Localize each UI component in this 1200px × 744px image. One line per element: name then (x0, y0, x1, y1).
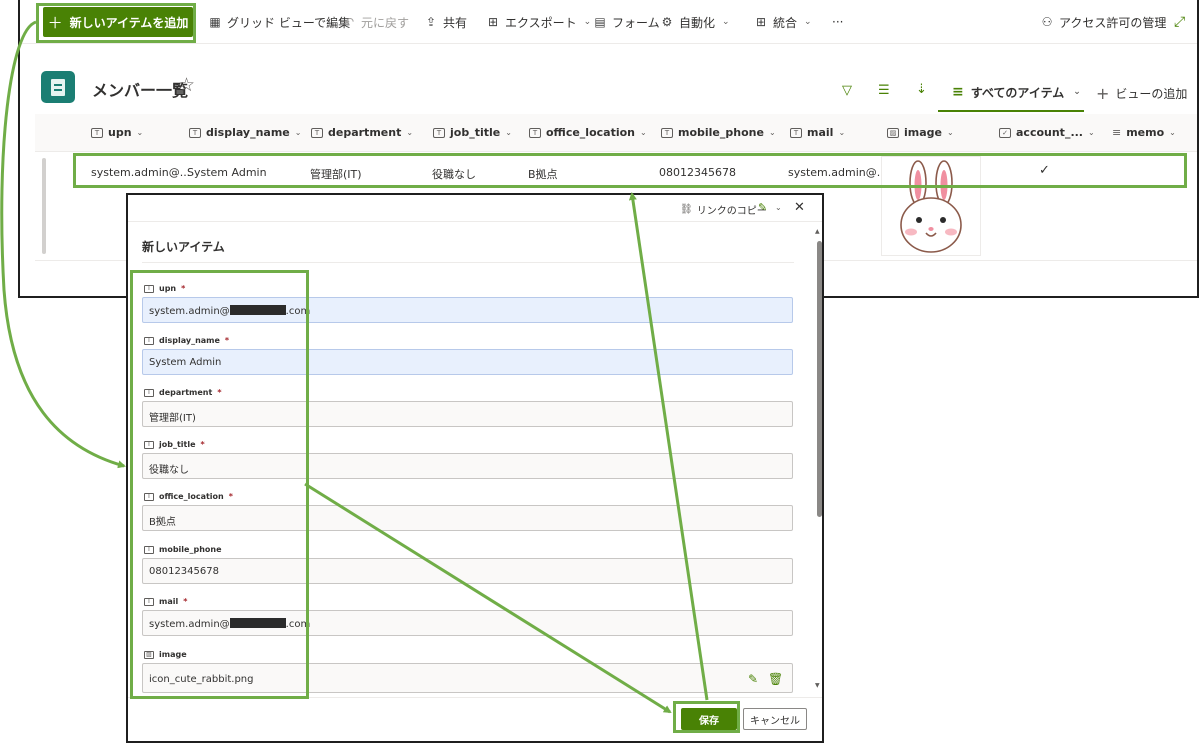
list-title: メンバー一覧 (92, 81, 189, 100)
undo-button[interactable]: ↶ 元に戻す (342, 13, 409, 31)
view-selector[interactable]: ≡ すべてのアイテム ⌄ (938, 74, 1084, 112)
more-button[interactable]: ··· (832, 13, 843, 31)
undo-icon: ↶ (343, 15, 355, 29)
panel-topbar: ⛓ リンクのコピー ✎ ⌄ ✕ (128, 195, 822, 222)
expand-icon[interactable]: ⤢ (1174, 13, 1185, 31)
column-label: job_title (450, 126, 501, 139)
star-icon[interactable]: ☆ (178, 74, 195, 96)
command-bar: ＋ 新しいアイテムを追加 ▦ グリッド ビューで編集 ↶ 元に戻す ⇪ 共有 ⊞… (20, 0, 1197, 44)
automate-label: 自動化 (679, 15, 716, 30)
manage-access-button[interactable]: ⚇ アクセス許可の管理 (1040, 13, 1167, 31)
scrollbar-thumb[interactable] (817, 241, 822, 517)
column-header-mobile-phone[interactable]: Tmobile_phone ⌄ (661, 126, 776, 139)
column-header-image[interactable]: ▨ image ⌄ (887, 126, 954, 139)
add-view-label: ビューの追加 (1115, 87, 1188, 101)
column-header-office-location[interactable]: Toffice_location ⌄ (529, 126, 647, 139)
chevron-down-icon: ⌄ (1073, 87, 1081, 97)
row-selection-bar (42, 158, 46, 254)
column-header-memo[interactable]: ≡ memo ⌄ (1112, 126, 1176, 139)
column-label: office_location (546, 126, 635, 139)
group-by-icon[interactable]: ☰ (878, 83, 890, 98)
chevron-down-icon: ⌄ (583, 17, 592, 27)
new-item-highlight (36, 3, 196, 43)
copy-link-label: リンクのコピー (696, 206, 767, 217)
panel-divider (142, 262, 794, 263)
multiline-column-icon: ≡ (1112, 126, 1122, 139)
grid-edit-label: グリッド ビューで編集 (227, 15, 351, 30)
text-column-icon: T (529, 127, 541, 138)
save-button-highlight (673, 701, 740, 733)
export-label: エクスポート (505, 15, 577, 30)
column-label: display_name (206, 126, 290, 139)
scroll-down-arrow[interactable]: ▼ (815, 682, 820, 689)
export-button[interactable]: ⊞ エクスポート ⌄ (486, 13, 591, 31)
image-column-icon: ▨ (887, 127, 899, 138)
column-header-row: Tupn ⌄ Tdisplay_name ⌄ Tdepartment ⌄ Tjob_t… (35, 114, 1197, 152)
column-header-display-name[interactable]: Tdisplay_name ⌄ (189, 126, 301, 139)
chevron-down-icon: ⌄ (722, 17, 730, 27)
plus-icon: + (1096, 84, 1110, 103)
column-label: department (328, 126, 402, 139)
column-label: memo (1126, 126, 1165, 139)
text-column-icon: T (189, 127, 201, 138)
column-label: mail (807, 126, 834, 139)
yes-no-column-icon: ✓ (999, 127, 1011, 138)
undo-label: 元に戻す (361, 15, 410, 30)
more-label: ··· (832, 15, 844, 29)
column-header-account[interactable]: ✓ account_... ⌄ (999, 126, 1095, 139)
column-label: account_... (1016, 126, 1083, 139)
person-icon: ⚇ (1041, 15, 1053, 29)
form-icon: ▤ (594, 15, 606, 29)
column-label: image (904, 126, 942, 139)
chevron-down-icon: ⌄ (804, 17, 812, 27)
sort-icon[interactable]: ⇣ (916, 82, 927, 97)
excel-icon: ⊞ (487, 15, 499, 29)
text-column-icon: T (661, 127, 673, 138)
column-label: upn (108, 126, 132, 139)
share-label: 共有 (443, 15, 468, 30)
chevron-down-icon[interactable]: ⌄ (775, 203, 782, 212)
column-label: mobile_phone (678, 126, 764, 139)
grid-edit-button[interactable]: ▦ グリッド ビューで編集 (208, 13, 350, 31)
form-label: フォーム (612, 15, 660, 30)
trash-icon[interactable]: 🗑 (768, 672, 783, 686)
integrate-icon: ⊞ (755, 15, 767, 29)
share-icon: ⇪ (425, 15, 437, 29)
copy-link-button[interactable]: ⛓ リンクのコピー (680, 202, 767, 217)
add-view-button[interactable]: + ビューの追加 (1096, 84, 1187, 103)
form-fields-highlight (130, 270, 309, 699)
manage-access-label: アクセス許可の管理 (1059, 15, 1167, 30)
pencil-icon[interactable]: ✎ (748, 672, 758, 686)
filter-icon[interactable]: ▽ (842, 83, 852, 98)
row-highlight (73, 153, 1187, 188)
text-column-icon: T (790, 127, 802, 138)
panel-title: 新しいアイテム (142, 240, 225, 254)
automate-icon: ⚙ (661, 15, 673, 29)
automate-button[interactable]: ⚙ 自動化 ⌄ (660, 13, 730, 31)
column-header-upn[interactable]: Tupn ⌄ (91, 126, 143, 139)
close-icon[interactable]: ✕ (794, 200, 805, 215)
list-header: メンバー一覧 ☆ ▽ ☰ ⇣ ≡ すべてのアイテム ⌄ + ビューの追加 (20, 60, 1197, 112)
cancel-button[interactable]: キャンセル (743, 708, 807, 730)
list-view-icon: ≡ (952, 84, 964, 100)
text-column-icon: T (311, 127, 323, 138)
column-header-mail[interactable]: Tmail ⌄ (790, 126, 845, 139)
share-button[interactable]: ⇪ 共有 (424, 13, 467, 31)
integrate-button[interactable]: ⊞ 統合 ⌄ (754, 13, 812, 31)
edit-form-icon[interactable]: ✎ (758, 201, 767, 214)
text-column-icon: T (91, 127, 103, 138)
integrate-label: 統合 (773, 15, 798, 30)
link-icon: ⛓ (680, 204, 693, 215)
view-name: すべてのアイテム (970, 85, 1065, 100)
list-logo-icon (41, 71, 75, 103)
form-button[interactable]: ▤ フォーム (593, 13, 660, 31)
column-header-department[interactable]: Tdepartment ⌄ (311, 126, 413, 139)
text-column-icon: T (433, 127, 445, 138)
scroll-up-arrow[interactable]: ▲ (815, 228, 820, 235)
grid-icon: ▦ (209, 15, 221, 29)
column-header-job-title[interactable]: Tjob_title ⌄ (433, 126, 512, 139)
